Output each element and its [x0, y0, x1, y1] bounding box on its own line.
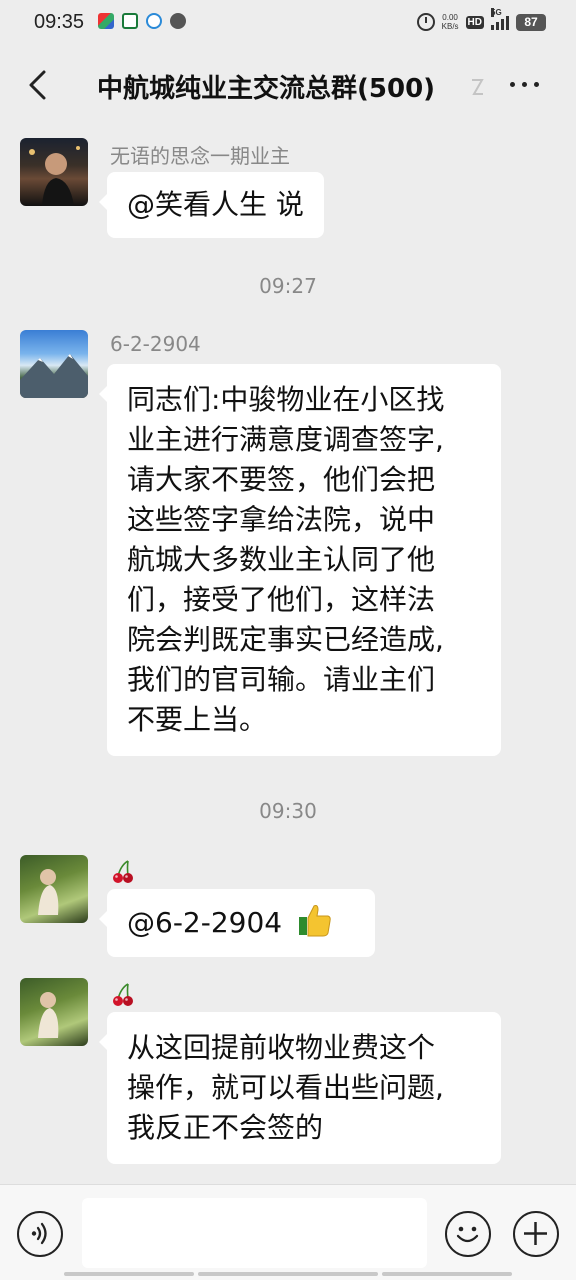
timestamp: 09:30 [259, 799, 317, 823]
signal-label: 5G [491, 8, 502, 17]
message-line: 我反正不会签的 [127, 1111, 324, 1144]
plus-button[interactable] [513, 1211, 559, 1257]
message-line: 我们的官司输。请业主们 [127, 663, 436, 696]
sender-name: 无语的思念一期业主 [110, 144, 290, 168]
status-time: 09:35 [34, 11, 85, 33]
nav-indicator [64, 1272, 194, 1276]
app-notification-icon [122, 13, 138, 29]
message-line: 们，接受了他们，这样法 [127, 583, 436, 616]
alarm-icon [416, 13, 435, 31]
message-bubble[interactable]: 从这回提前收物业费这个 操作，就可以看出些问题, 我反正不会签的 [99, 1012, 501, 1164]
message-bubble[interactable]: 同志们:中骏物业在小区找 业主进行满意度调查签字, 请大家不要签，他们会把 这些… [99, 364, 501, 756]
net-speed-value: 0.00 [442, 13, 458, 22]
app-notification-icon [146, 13, 162, 29]
message-input[interactable] [82, 1198, 427, 1268]
message-text: @笑看人生 说 [127, 188, 304, 221]
message-text: @6-2-2904 [127, 906, 283, 939]
message-line: 同志们:中骏物业在小区找 [127, 383, 445, 416]
message-bubble[interactable]: @笑看人生 说 [99, 172, 324, 238]
voice-icon [31, 1222, 47, 1245]
hd-icon: HD [465, 15, 484, 29]
nav-indicator [198, 1272, 378, 1276]
network-speed: 0.00 KB/s [442, 13, 459, 31]
nav-indicator [382, 1272, 512, 1276]
message-line: 请大家不要签，他们会把 [127, 463, 436, 496]
more-options-icon[interactable] [510, 82, 539, 87]
emoji-icon [456, 1226, 479, 1243]
cherry-icon [113, 983, 133, 1006]
message-line: 不要上当。 [127, 703, 268, 736]
message-bubble[interactable]: @6-2-2904 [99, 889, 375, 957]
cherry-icon [113, 860, 133, 883]
status-indicators: 0.00 KB/s HD 5G 87 [416, 8, 546, 34]
message-line: 从这回提前收物业费这个 [127, 1031, 436, 1064]
avatar[interactable] [20, 138, 88, 206]
mute-icon [472, 79, 484, 95]
back-icon[interactable] [22, 68, 56, 102]
message-line: 院会判既定事实已经造成, [127, 623, 444, 656]
timestamp: 09:27 [259, 274, 317, 298]
app-notification-icon [98, 13, 114, 29]
message-line: 业主进行满意度调查签字, [127, 423, 444, 456]
net-speed-unit: KB/s [441, 22, 459, 31]
avatar[interactable] [20, 330, 88, 398]
emoji-button[interactable] [445, 1211, 491, 1257]
sender-name: 6-2-2904 [110, 332, 201, 356]
status-bar: 09:35 0.00 KB/s HD 5G 87 [0, 0, 576, 46]
message-line: 操作，就可以看出些问题, [127, 1071, 444, 1104]
avatar[interactable] [20, 855, 88, 923]
plus-icon [524, 1222, 547, 1245]
thumbs-up-icon [299, 905, 331, 937]
message-line: 这些签字拿给法院，说中 [127, 503, 436, 536]
chat-title: 中航城纯业主交流总群(500) [97, 74, 436, 104]
message-line: 航城大多数业主认同了他 [127, 543, 436, 576]
avatar[interactable] [20, 978, 88, 1046]
app-notification-icon [170, 13, 186, 29]
voice-button[interactable] [17, 1211, 63, 1257]
battery-icon: 87 [516, 13, 546, 31]
chat-header: 中航城纯业主交流总群(500) [0, 46, 576, 126]
signal-icon: 5G [491, 8, 509, 30]
input-bar [0, 1184, 576, 1280]
